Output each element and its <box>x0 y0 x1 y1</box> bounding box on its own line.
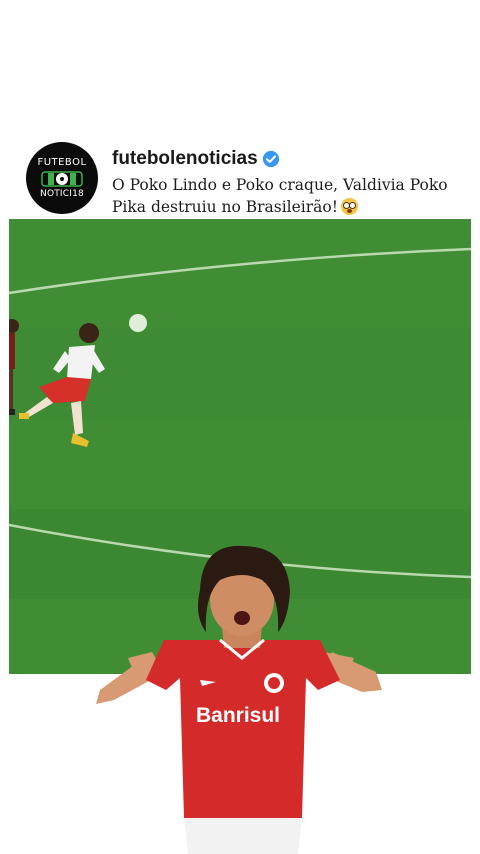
handle-row: futebolenoticias <box>112 148 280 170</box>
post-caption: O Poko Lindo e Poko craque, Valdivia Pok… <box>112 174 472 218</box>
verified-badge-icon <box>262 150 279 168</box>
football-ball-icon <box>41 171 83 187</box>
profile-avatar[interactable]: FUTEBOL NOTICI18 <box>26 142 98 214</box>
player-celebration-cutout: Banrisul <box>96 545 382 854</box>
avatar-logo-line2: NOTICI18 <box>40 189 84 199</box>
shirt-sponsor-text: Banrisul <box>196 704 280 727</box>
caption-text: O Poko Lindo e Poko craque, Valdivia Pok… <box>112 176 448 216</box>
post-header: FUTEBOL NOTICI18 futebolenoticias O Poko… <box>26 140 466 216</box>
account-handle[interactable]: futebolenoticias <box>112 148 258 170</box>
flushed-face-emoji <box>340 198 358 215</box>
ball <box>129 314 147 332</box>
